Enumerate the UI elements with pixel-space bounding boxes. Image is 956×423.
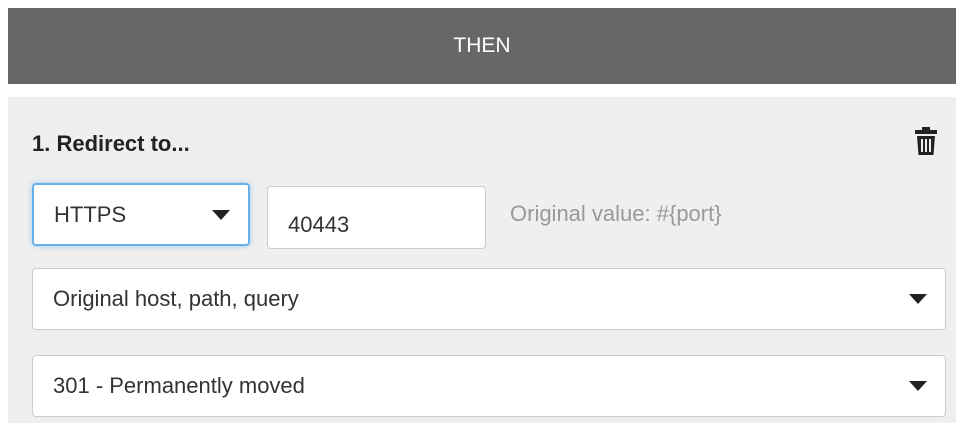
redirect-action-panel: 1. Redirect to... HTTPS Original value: … <box>8 97 956 423</box>
protocol-select[interactable]: HTTPS <box>32 183 250 246</box>
protocol-select-value: HTTPS <box>54 201 127 227</box>
port-hint: Original value: #{port} <box>510 201 722 226</box>
then-header-title: THEN <box>453 34 511 57</box>
then-header: THEN <box>8 8 956 84</box>
trash-icon <box>915 127 937 155</box>
delete-action-button[interactable] <box>914 126 938 156</box>
port-input[interactable] <box>267 186 486 249</box>
caret-down-icon <box>909 294 927 304</box>
status-code-select[interactable]: 301 - Permanently moved <box>32 355 946 417</box>
action-title: 1. Redirect to... <box>32 131 190 156</box>
caret-down-icon <box>212 209 230 220</box>
target-select-value: Original host, path, query <box>53 286 299 311</box>
status-code-select-value: 301 - Permanently moved <box>53 373 305 398</box>
caret-down-icon <box>909 381 927 391</box>
target-select[interactable]: Original host, path, query <box>32 268 946 330</box>
